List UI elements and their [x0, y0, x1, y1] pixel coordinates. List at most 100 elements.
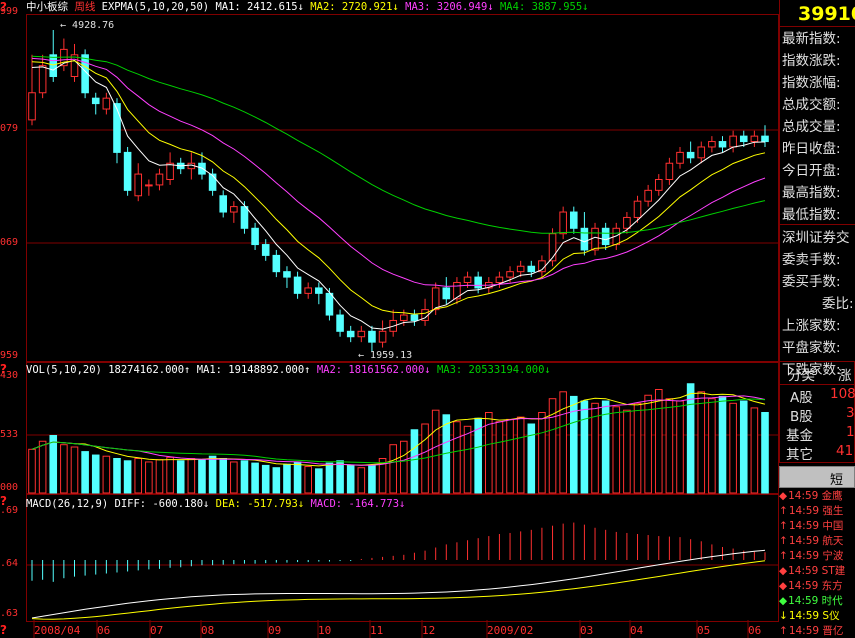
- ticker-item[interactable]: ↑14:59 宁波: [779, 548, 855, 564]
- diamond-icon: ◆: [779, 580, 788, 592]
- candle-body-down: [261, 244, 270, 256]
- candle-body-up: [463, 276, 472, 284]
- field-total-volume: 总成交量:: [782, 119, 841, 135]
- volume-bar-down: [739, 400, 748, 494]
- up-arrow-icon: ↑: [779, 505, 788, 517]
- vol-indicator: VOL(5,10,20): [26, 364, 102, 376]
- low-annotation: ← 1959.13: [358, 350, 413, 361]
- low-annotation-value: 1959.13: [370, 350, 413, 361]
- macd-axis-label-2: .64: [0, 558, 19, 569]
- volume-bar-up: [155, 459, 164, 494]
- high-annotation: ← 4928.76: [60, 20, 115, 31]
- x-label-2009-02: 2009/02: [487, 624, 534, 637]
- vol-axis-label-1: 430: [0, 370, 19, 381]
- diamond-icon: ◆: [779, 565, 788, 577]
- macd-value: MACD: -164.773↓: [310, 498, 406, 510]
- ticker-item[interactable]: ↑14:59 中国: [779, 518, 855, 534]
- candle-body-up: [304, 287, 312, 294]
- volume-bar-up: [28, 448, 36, 494]
- ticker-item[interactable]: ↓14:59 S仪: [779, 608, 855, 624]
- volume-bar-up: [729, 402, 737, 494]
- price-axis-label-3: 069: [0, 237, 19, 248]
- candle-body-up: [665, 162, 674, 181]
- volume-bar-down: [410, 429, 419, 494]
- category-table: 分类 涨 A股 108 B股 3 基金 1 其它 41: [779, 361, 855, 463]
- volume-bar-down: [240, 460, 249, 494]
- candle-body-down: [91, 97, 100, 105]
- candle-body-up: [134, 173, 143, 197]
- short-line-tab[interactable]: 短线: [779, 466, 855, 507]
- ticker-time: 14:59: [788, 595, 819, 607]
- ticker-list[interactable]: ◆14:59 金鹰 ↑14:59 强生 ↑14:59 中国 ↑14:59 航天 ↑14:…: [779, 488, 855, 638]
- volume-bar-up: [304, 466, 312, 494]
- ticker-item[interactable]: ◆14:59 ST建: [779, 563, 855, 579]
- volume-bar-down: [251, 462, 259, 494]
- table-row[interactable]: B股 3: [780, 405, 855, 425]
- table-row-label: 其它: [786, 447, 813, 463]
- candle-body-up: [708, 141, 716, 148]
- price-header: 中小板综 周线 EXPMA(5,10,20,50) MA1: 2412.615↓…: [26, 0, 589, 14]
- ticker-item[interactable]: ↑14:59 航天: [779, 533, 855, 549]
- volume-bar-up: [538, 412, 546, 494]
- volume-bar-down: [325, 462, 334, 494]
- table-row-value: 41: [836, 443, 854, 459]
- ticker-item[interactable]: ◆14:59 时代: [779, 593, 855, 609]
- candle-body-up: [155, 173, 164, 186]
- volume-bar-down: [49, 435, 58, 494]
- x-label-2008-04: 2008/04: [34, 624, 81, 637]
- candle-body-down: [208, 173, 217, 191]
- ticker-time: 14:59: [788, 520, 820, 532]
- ma3-value: MA3: 3206.949↓: [405, 1, 494, 13]
- volume-bar-up: [495, 421, 504, 494]
- kline-chart-svg[interactable]: [0, 0, 779, 638]
- ticker-item[interactable]: ↑14:59 晋亿: [779, 623, 855, 638]
- volume-bar-up: [516, 416, 525, 494]
- field-total-amount: 总成交额:: [782, 97, 841, 113]
- table-row-label: A股: [790, 390, 813, 406]
- table-row[interactable]: 其它 41: [780, 443, 855, 463]
- candle-body-up: [145, 184, 153, 187]
- ticker-time: 14:59: [788, 580, 819, 592]
- ticker-item[interactable]: ◆14:59 东方: [779, 578, 855, 594]
- ticker-time: 14:59: [788, 535, 820, 547]
- ticker-stock-name: 时代: [818, 595, 843, 607]
- ema20-line: [31, 57, 766, 287]
- candle-body-up: [431, 287, 440, 311]
- candle-body-down: [718, 141, 727, 148]
- candle-body-down: [272, 254, 281, 273]
- candle-body-down: [474, 276, 482, 289]
- candle-body-up: [357, 330, 366, 338]
- ticker-stock-name: 中国: [819, 520, 844, 532]
- help-icon-xaxis[interactable]: ?: [0, 623, 12, 637]
- volume-bar-up: [612, 406, 621, 494]
- candle-body-down: [315, 287, 323, 294]
- field-ask-volume: 委卖手数:: [782, 252, 841, 268]
- volume-bar-up: [506, 418, 514, 494]
- table-row[interactable]: A股 108: [780, 386, 855, 406]
- candle-body-down: [49, 54, 58, 77]
- vol-ma3: MA3: 20533194.000↓: [436, 364, 551, 376]
- volume-bar-up: [697, 391, 706, 494]
- ticker-stock-name: 东方: [818, 580, 843, 592]
- candle-body-down: [739, 135, 748, 143]
- candle-body-up: [750, 135, 759, 143]
- x-label-03: 03: [580, 624, 594, 637]
- volume-bar-down: [198, 459, 206, 494]
- macd-diff-line: [31, 549, 766, 619]
- table-row-value: 1: [846, 424, 855, 440]
- candle-body-down: [123, 151, 132, 191]
- ticker-item[interactable]: ↑14:59 强生: [779, 503, 855, 519]
- table-row[interactable]: 基金 1: [780, 424, 855, 444]
- field-advancers: 上涨家数:: [782, 318, 841, 334]
- ticker-item[interactable]: ◆14:59 金鹰: [779, 488, 855, 504]
- x-label-10: 10: [318, 624, 332, 637]
- ma2-value: MA2: 2720.921↓: [310, 1, 399, 13]
- down-arrow-icon: ↓: [779, 610, 788, 622]
- x-label-11: 11: [370, 624, 384, 637]
- x-label-06: 06: [97, 624, 111, 637]
- candle-body-down: [761, 135, 769, 143]
- ticker-time: 14:59: [788, 505, 820, 517]
- index-name: 中小板综: [26, 1, 68, 13]
- candle-body-up: [70, 54, 79, 77]
- x-label-06b: 06: [748, 624, 762, 637]
